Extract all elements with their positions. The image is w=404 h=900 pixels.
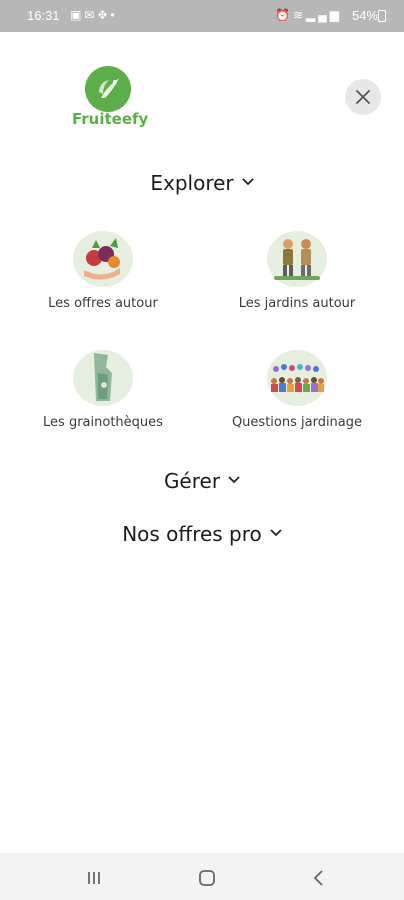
back-button[interactable] [298, 865, 328, 889]
seed-bag-illustration [70, 345, 136, 411]
explorer-item-offres[interactable]: Les offres autour [18, 226, 188, 336]
status-time: 16:31 [27, 8, 60, 23]
offres-pro-toggle[interactable]: Nos offres pro [0, 522, 404, 546]
explorer-item-questions[interactable]: Questions jardinage [212, 345, 382, 455]
chevron-down-icon [228, 475, 240, 483]
close-icon [356, 90, 370, 104]
gerer-toggle[interactable]: Gérer [0, 469, 404, 493]
explorer-label: Explorer [150, 171, 234, 195]
recent-apps-icon [88, 872, 100, 884]
offres-pro-label: Nos offres pro [122, 522, 262, 546]
hummingbird-logo-icon [85, 66, 131, 112]
battery-percent: 54% [351, 8, 378, 23]
chevron-down-icon [242, 177, 254, 185]
signal-icon: ▂▄▆ [306, 8, 342, 22]
home-icon [199, 870, 215, 886]
gardeners-illustration [264, 226, 330, 292]
explorer-item-label: Les grainothèques [43, 415, 163, 430]
status-left-icons: ▣✉✥• [70, 8, 118, 22]
back-icon [313, 870, 323, 886]
explorer-item-jardins[interactable]: Les jardins autour [212, 226, 382, 336]
chevron-down-icon [270, 528, 282, 536]
fruiteefy-logo: Fruiteefy [72, 66, 149, 128]
gmail-icon: ✉ [84, 8, 98, 22]
system-nav-bar [0, 853, 404, 900]
close-button[interactable] [345, 79, 381, 115]
explorer-item-label: Les offres autour [48, 296, 158, 311]
home-button[interactable] [186, 865, 216, 889]
calendar-icon: ▣ [70, 8, 85, 22]
wifi-icon: ≋ [292, 8, 307, 22]
explorer-toggle[interactable]: Explorer [0, 171, 404, 195]
community-chat-illustration [264, 345, 330, 411]
explorer-item-grainotheques[interactable]: Les grainothèques [18, 345, 188, 455]
logo-text: Fruiteefy [72, 110, 149, 128]
alarm-icon: ⏰ [275, 8, 293, 22]
fruits-hand-illustration [70, 226, 136, 292]
status-bar: 16:31 ▣✉✥• ⏰≋▂▄▆ 54% [0, 0, 404, 32]
dot-icon: • [110, 8, 118, 22]
gerer-label: Gérer [163, 469, 221, 493]
explorer-item-label: Les jardins autour [238, 296, 356, 311]
grid-icon: ✥ [97, 8, 111, 22]
status-right-icons: ⏰≋▂▄▆ [275, 8, 342, 22]
explorer-item-label: Questions jardinage [231, 415, 363, 430]
battery-icon [378, 10, 386, 22]
recent-apps-button[interactable] [73, 865, 103, 889]
